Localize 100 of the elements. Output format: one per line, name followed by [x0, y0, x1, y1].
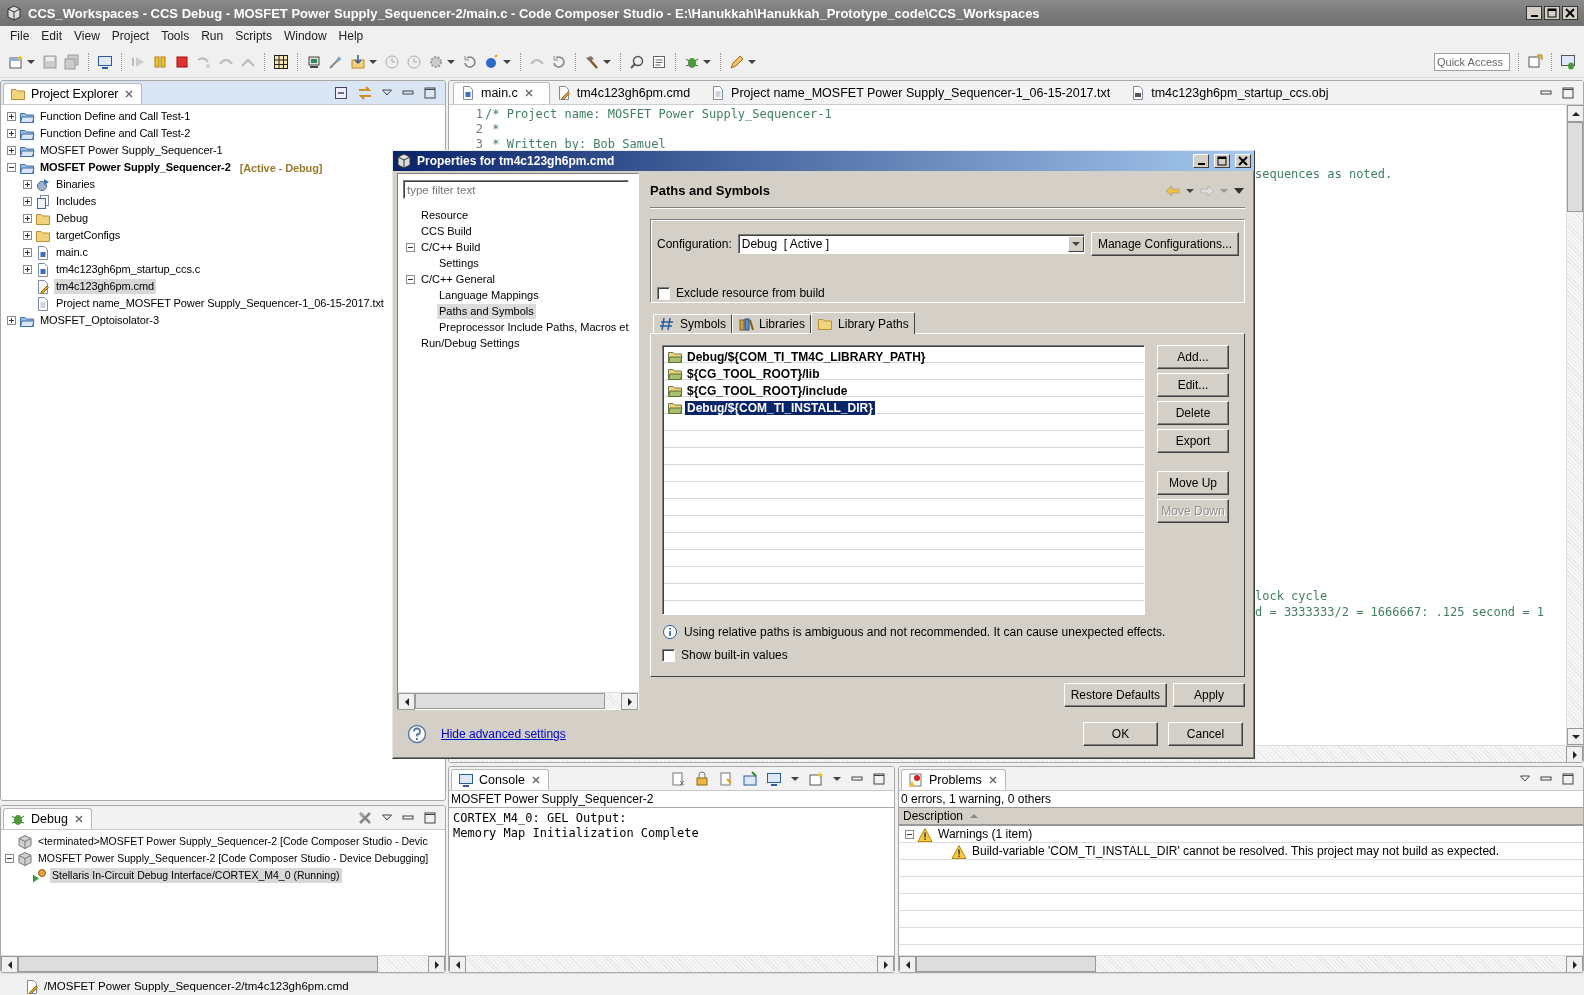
tree-item[interactable]: Resource — [419, 207, 471, 223]
column-header[interactable]: Description — [899, 807, 1583, 826]
tree-item[interactable]: Run/Debug Settings — [419, 335, 522, 351]
list-item[interactable]: Debug/${COM_TI_TM4C_LIBRARY_PATH} — [685, 349, 928, 364]
ball-icon[interactable] — [484, 53, 500, 70]
tree-item[interactable]: Binaries — [54, 177, 97, 192]
tree-item[interactable]: Build-variable 'COM_TI_INSTALL_DIR' cannot be resolved. This project may not build as expected. — [970, 844, 1502, 859]
minus-box-icon[interactable] — [905, 830, 914, 839]
page-button[interactable]: Apply — [1173, 683, 1245, 707]
tree-item[interactable]: CCS Build — [419, 223, 474, 239]
filter-field[interactable]: type filter text — [403, 180, 629, 199]
editor-tab[interactable]: tm4c123gh6pm_startup_ccs.obj — [1124, 81, 1343, 104]
monitor-icon[interactable] — [766, 771, 782, 787]
tree-item[interactable]: Language Mappings — [437, 287, 541, 303]
plus-box-icon[interactable] — [23, 197, 32, 206]
tree-item[interactable]: targetConfigs — [54, 228, 123, 243]
circle-arrow-icon[interactable] — [551, 53, 567, 70]
tab[interactable]: Library Paths — [811, 312, 915, 334]
maximize-icon[interactable] — [1561, 772, 1575, 786]
help-icon[interactable] — [407, 724, 427, 744]
tab[interactable]: Libraries — [732, 314, 812, 333]
side-button[interactable]: Add... — [1157, 345, 1229, 369]
view-tab[interactable]: Debug — [3, 808, 92, 829]
menu-item[interactable]: File — [4, 29, 36, 43]
plus-box-icon[interactable] — [23, 248, 32, 257]
pin-icon[interactable] — [742, 771, 758, 787]
minus-box-icon[interactable] — [406, 242, 415, 252]
tree-item[interactable]: Project name_MOSFET Power Supply_Sequencer-1_06-15-2017.txt — [54, 296, 386, 311]
view-tab[interactable]: Console — [451, 769, 549, 790]
side-button[interactable]: Delete — [1157, 401, 1229, 425]
download-icon[interactable] — [350, 53, 366, 70]
plus-box-icon[interactable] — [23, 265, 32, 274]
minus-box-icon[interactable] — [5, 854, 14, 863]
plus-box-icon[interactable] — [7, 129, 16, 138]
maximize-icon[interactable] — [423, 86, 437, 100]
tree-item[interactable]: main.c — [54, 245, 90, 260]
dialog-button[interactable]: Cancel — [1168, 722, 1243, 746]
plus-box-icon[interactable] — [23, 231, 32, 240]
side-button[interactable]: Move Up — [1157, 471, 1229, 495]
scrollbar-thumb[interactable] — [916, 956, 1096, 972]
tree-item[interactable]: Preprocessor Include Paths, Macros et — [437, 319, 631, 335]
plus-box-icon[interactable] — [7, 112, 16, 121]
menu-item[interactable]: Window — [277, 29, 333, 43]
view-tab[interactable]: Problems — [901, 769, 1006, 790]
tree-item[interactable]: Includes — [54, 194, 99, 209]
scrollbar-thumb[interactable] — [415, 693, 605, 709]
hammer-icon[interactable] — [584, 53, 600, 70]
tree-item[interactable]: Warnings (1 item) — [936, 827, 1035, 842]
tree-item[interactable]: MOSFET Power Supply_Sequencer-2 [Code Composer Studio - Device Debugging] — [36, 851, 431, 866]
circle-arrow-icon[interactable] — [462, 53, 478, 70]
tree-item[interactable]: MOSFET Power Supply_Sequencer-1 — [38, 143, 225, 158]
perspective-icon[interactable] — [1527, 53, 1543, 70]
plus-box-icon[interactable] — [23, 180, 32, 189]
lock-icon[interactable] — [694, 771, 710, 787]
advanced-settings-link[interactable]: Hide advanced settings — [441, 727, 566, 741]
search-icon[interactable] — [629, 53, 645, 70]
caret-icon[interactable] — [790, 774, 800, 784]
tab[interactable]: Symbols — [653, 314, 732, 333]
view-menu-icon[interactable] — [1233, 185, 1245, 196]
list-item[interactable]: ${CG_TOOL_ROOT}/include — [685, 383, 850, 398]
tree-item[interactable]: Paths and Symbols — [437, 303, 536, 319]
menu-item[interactable]: View — [68, 29, 106, 43]
caret-icon[interactable] — [832, 774, 842, 784]
menu-item[interactable]: Run — [195, 29, 230, 43]
plus-box-icon[interactable] — [23, 214, 32, 223]
plus-box-icon[interactable] — [7, 316, 16, 325]
minus-box-icon[interactable] — [406, 274, 415, 284]
menu-item[interactable]: Scripts — [229, 29, 278, 43]
pause-icon[interactable] — [152, 53, 168, 70]
tree-item[interactable]: tm4c123gh6pm.cmd — [54, 279, 157, 294]
menu-item[interactable]: Project — [105, 29, 156, 43]
pencil-icon[interactable] — [729, 53, 745, 70]
tree-item[interactable]: Function Define and Call Test-2 — [38, 126, 193, 141]
terminal-icon[interactable] — [651, 53, 667, 70]
plus-box-icon[interactable] — [7, 146, 16, 155]
dialog-button[interactable]: OK — [1083, 722, 1158, 746]
quick-access-field[interactable]: Quick Access — [1434, 52, 1510, 71]
minus-box-icon[interactable] — [7, 163, 16, 172]
grid-icon[interactable] — [273, 53, 289, 70]
tree-item[interactable]: <terminated>MOSFET Power Supply_Sequencer-2 [Code Composer Studio - Devic — [36, 834, 430, 849]
view-tab[interactable]: Project Explorer — [3, 83, 143, 104]
side-button[interactable]: Export — [1157, 429, 1229, 453]
tree-item[interactable]: MOSFET Power Supply_Sequencer-2 — [38, 160, 233, 175]
tree-item[interactable]: tm4c123gh6pm_startup_ccs.c — [54, 262, 203, 277]
editor-tab[interactable]: tm4c123gh6pm.cmd — [549, 81, 705, 104]
tree-item[interactable]: Function Define and Call Test-1 — [38, 109, 193, 124]
maximize-icon[interactable] — [872, 772, 886, 786]
tree-item[interactable]: Stellaris In-Circuit Debug Interface/CORTEX_M4_0 (Running) — [50, 868, 342, 883]
maximize-button[interactable] — [1544, 6, 1560, 20]
chip-icon[interactable] — [306, 53, 322, 70]
manage-configurations-button[interactable]: Manage Configurations... — [1090, 232, 1239, 256]
tree-item[interactable]: C/C++ Build — [419, 239, 483, 255]
configuration-dropdown[interactable]: Debug [ Active ] — [737, 234, 1085, 254]
remove-all-icon[interactable] — [357, 810, 373, 826]
editor-tab[interactable]: main.c — [453, 81, 550, 104]
maximize-icon[interactable] — [1561, 85, 1575, 100]
list-item[interactable]: ${CG_TOOL_ROOT}/lib — [685, 366, 822, 381]
page-button[interactable]: Restore Defaults — [1063, 683, 1167, 707]
tree-item[interactable]: Debug — [54, 211, 90, 226]
side-button[interactable]: Edit... — [1157, 373, 1229, 397]
